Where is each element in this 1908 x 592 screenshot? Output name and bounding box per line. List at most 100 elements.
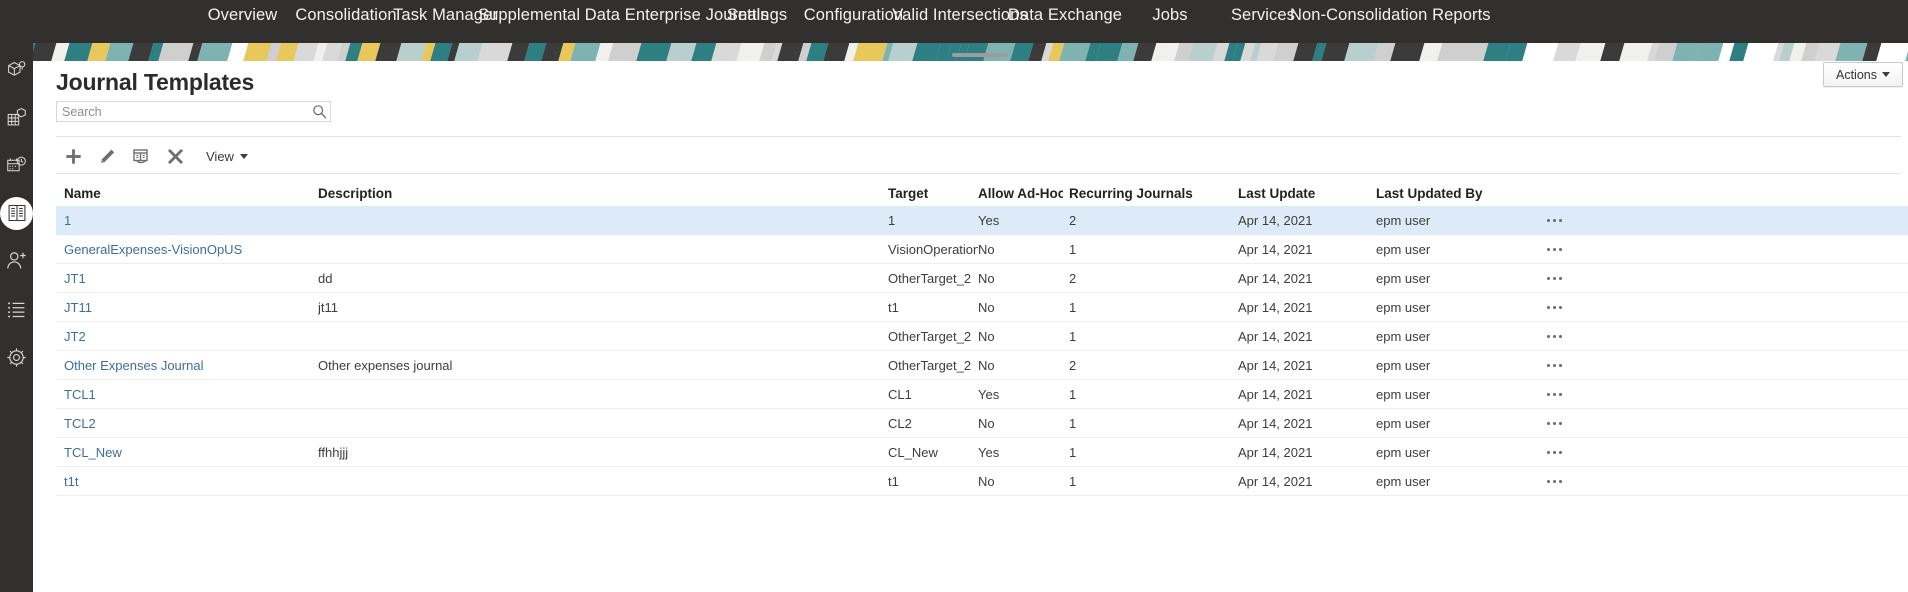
overflow-dots-icon[interactable] — [1541, 331, 1568, 342]
cell-name[interactable]: TCL1 — [64, 380, 314, 408]
cell-text: CL1 — [888, 386, 912, 402]
list-icon — [6, 299, 27, 320]
cell-target: OtherTarget_2 — [888, 264, 978, 292]
overflow-dots-icon[interactable] — [1541, 360, 1568, 371]
cell-text: Other expenses journal — [318, 357, 453, 373]
template-name-link[interactable]: JT11 — [64, 300, 92, 315]
overflow-dots-icon[interactable] — [1541, 273, 1568, 284]
column-header-last-update[interactable]: Last Update — [1238, 180, 1368, 206]
nav-settings[interactable]: Settings — [707, 0, 807, 26]
sidebar-item-settings[interactable] — [0, 333, 33, 381]
template-name-link[interactable]: TCL_New — [64, 445, 122, 460]
overflow-dots-icon[interactable] — [1541, 418, 1568, 429]
cell-text: Apr 14, 2021 — [1238, 415, 1313, 431]
duplicate-button[interactable] — [124, 142, 158, 170]
sidebar-item-schedule[interactable] — [0, 141, 33, 189]
cell-target: OtherTarget_2 — [888, 351, 978, 379]
cell-text: 1 — [1069, 299, 1077, 315]
sidebar-item-add-user[interactable] — [0, 237, 33, 285]
cell-last-update: Apr 14, 2021 — [1238, 264, 1368, 292]
cell-text: CL_New — [888, 444, 938, 460]
table-row[interactable]: JT2 OtherTarget_2 No 1 Apr 14, 2021 epm user — [56, 322, 1908, 351]
search-icon[interactable] — [312, 104, 327, 119]
cell-allow-adhoc: No — [978, 351, 1063, 379]
overflow-dots-icon[interactable] — [1541, 215, 1568, 226]
cell-name[interactable]: JT1 — [64, 264, 314, 292]
column-header-name[interactable]: Name — [64, 180, 314, 206]
overflow-dots-icon[interactable] — [1541, 447, 1568, 458]
column-header-description[interactable]: Description — [318, 180, 878, 206]
nav-jobs[interactable]: Jobs — [1125, 0, 1215, 26]
cell-text: t1 — [888, 473, 899, 489]
cell-name[interactable]: JT11 — [64, 293, 314, 321]
table-row[interactable]: TCL1 CL1 Yes 1 Apr 14, 2021 epm user — [56, 380, 1908, 409]
overflow-dots-icon[interactable] — [1541, 244, 1568, 255]
template-name-link[interactable]: GeneralExpenses-VisionOpUS — [64, 242, 242, 257]
overflow-dots-icon[interactable] — [1541, 389, 1568, 400]
edit-button[interactable] — [90, 142, 124, 170]
cell-last-updated-by: epm user — [1376, 322, 1546, 350]
table-row[interactable]: GeneralExpenses-VisionOpUS VisionOperatio… — [56, 235, 1908, 264]
table-row[interactable]: Other Expenses Journal Other expenses jou… — [56, 351, 1908, 380]
nav-item-label: Consolidation — [295, 6, 397, 24]
template-name-link[interactable]: TCL2 — [64, 416, 96, 431]
cell-recurring: 1 — [1069, 293, 1229, 321]
grid-cube-icon — [6, 107, 27, 128]
column-header-recurring-journals[interactable]: Recurring Journals — [1069, 180, 1229, 206]
cell-text: 2 — [1069, 212, 1077, 228]
banner-collapse-handle[interactable] — [952, 53, 1008, 57]
overflow-dots-icon[interactable] — [1541, 302, 1568, 313]
template-name-link[interactable]: Other Expenses Journal — [64, 358, 203, 373]
cell-text: No — [978, 415, 995, 431]
table-row[interactable]: 1 1 Yes 2 Apr 14, 2021 epm user — [56, 206, 1908, 235]
sidebar-item-dimensions[interactable] — [0, 45, 33, 93]
template-name-link[interactable]: JT1 — [64, 271, 86, 286]
cell-text: epm user — [1376, 357, 1431, 373]
cell-last-update: Apr 14, 2021 — [1238, 235, 1368, 263]
cell-text: Apr 14, 2021 — [1238, 241, 1313, 257]
sidebar-item-list[interactable] — [0, 285, 33, 333]
cell-name[interactable]: GeneralExpenses-VisionOpUS — [64, 235, 314, 263]
nav-data-exchange[interactable]: Data Exchange — [1000, 0, 1130, 26]
add-button[interactable] — [56, 142, 90, 170]
table-row[interactable]: JT1 dd OtherTarget_2 No 2 Apr 14, 2021 epm use… — [56, 264, 1908, 293]
table-row[interactable]: TCL2 CL2 No 1 Apr 14, 2021 epm user — [56, 409, 1908, 438]
column-header-allow-ad-hoc[interactable]: Allow Ad-Hoc — [978, 180, 1063, 206]
cell-text: Yes — [978, 386, 1000, 402]
search-input[interactable] — [57, 102, 305, 121]
overflow-dots-icon[interactable] — [1541, 476, 1568, 487]
cell-recurring: 1 — [1069, 438, 1229, 466]
template-name-link[interactable]: TCL1 — [64, 387, 96, 402]
cell-name[interactable]: t1t — [64, 467, 314, 495]
nav-non-consolidation-reports[interactable]: Non-Consolidation Reports — [1290, 0, 1491, 25]
sidebar-item-data[interactable] — [0, 93, 33, 141]
column-header-target[interactable]: Target — [888, 180, 978, 206]
sidebar-item-journals[interactable] — [0, 189, 33, 237]
delete-button[interactable] — [158, 142, 192, 170]
actions-button-label: Actions — [1836, 67, 1877, 82]
cell-text: No — [978, 270, 995, 286]
main-content: Journal Templates Actions Search View Na… — [33, 61, 1908, 592]
table-row[interactable]: JT11 jt11 t1 No 1 Apr 14, 2021 epm user — [56, 293, 1908, 322]
cell-name[interactable]: 1 — [64, 206, 314, 234]
template-name-link[interactable]: JT2 — [64, 329, 86, 344]
template-name-link[interactable]: t1t — [64, 474, 78, 489]
template-name-link[interactable]: 1 — [64, 213, 71, 228]
table-row[interactable]: t1t t1 No 1 Apr 14, 2021 epm user — [56, 467, 1908, 496]
column-header-last-updated-by[interactable]: Last Updated By — [1376, 180, 1546, 206]
cell-text: Yes — [978, 444, 1000, 460]
cell-name[interactable]: TCL_New — [64, 438, 314, 466]
cell-text: Apr 14, 2021 — [1238, 212, 1313, 228]
cell-name[interactable]: Other Expenses Journal — [64, 351, 314, 379]
table-row[interactable]: TCL_New ffhhjjj CL_New Yes 1 Apr 14, 2021 epm … — [56, 438, 1908, 467]
cell-name[interactable]: JT2 — [64, 322, 314, 350]
row-actions-cell — [1524, 467, 1584, 495]
divider-top — [56, 136, 1901, 137]
row-actions-cell — [1524, 380, 1584, 408]
nav-overview[interactable]: Overview — [190, 0, 295, 26]
cell-last-update: Apr 14, 2021 — [1238, 438, 1368, 466]
actions-button[interactable]: Actions — [1823, 62, 1903, 87]
cell-last-update: Apr 14, 2021 — [1238, 206, 1368, 234]
cell-name[interactable]: TCL2 — [64, 409, 314, 437]
view-menu-button[interactable]: View — [202, 147, 252, 166]
